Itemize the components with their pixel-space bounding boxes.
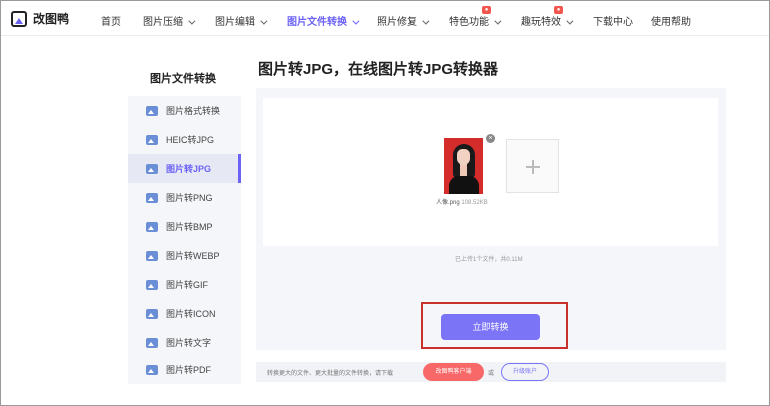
chevron-down-icon — [494, 17, 502, 25]
nav-help[interactable]: 使用帮助 — [651, 13, 691, 28]
brand-name: 改图鸭 — [33, 12, 70, 26]
image-icon — [146, 134, 158, 145]
nav-photo-repair[interactable]: 照片修复 — [377, 13, 430, 28]
hot-badge-icon: ● — [482, 6, 491, 14]
sidebar-item-label: 图片格式转换 — [166, 106, 221, 116]
sidebar-item-label: 图片转PNG — [166, 193, 213, 203]
nav-label: 图片编辑 — [215, 17, 255, 28]
sidebar-item-image-to-icon[interactable]: 图片转ICON — [128, 299, 241, 328]
file-name: 人像.png — [436, 200, 460, 206]
convert-now-button[interactable]: 立即转换 — [441, 314, 540, 340]
or-text: 或 — [488, 371, 495, 377]
download-client-button[interactable]: 改图鸭客户端 — [423, 363, 484, 381]
sidebar-item-label: 图片转文字 — [166, 338, 212, 348]
nav-image-compress[interactable]: 图片压缩 — [143, 13, 196, 28]
brand-logo[interactable]: 改图鸭 — [11, 10, 69, 27]
file-size: 108.52KB — [461, 200, 488, 206]
nav-label: 照片修复 — [377, 17, 417, 28]
remove-file-icon[interactable]: × — [486, 134, 495, 143]
image-icon — [146, 250, 158, 261]
upgrade-account-button[interactable]: 升级账户 — [501, 363, 549, 381]
download-hint-text: 转换更大的文件、更大批量的文件转换，请下载 — [267, 371, 394, 377]
nav-image-file-convert[interactable]: 图片文件转换 — [287, 13, 360, 28]
image-icon — [146, 105, 158, 116]
nav-label: 图片压缩 — [143, 17, 183, 28]
chevron-down-icon — [352, 17, 360, 25]
hot-badge-icon: ● — [554, 6, 563, 14]
sidebar-item-label: 图片转JPG — [166, 164, 212, 174]
sidebar-item-label: 图片转GIF — [166, 280, 208, 290]
plus-icon-vertical — [532, 160, 534, 174]
sidebar-item-label: 图片转PDF — [166, 365, 212, 375]
chevron-down-icon — [566, 17, 574, 25]
chevron-down-icon — [422, 17, 430, 25]
chevron-down-icon — [260, 17, 268, 25]
nav-label: 趣玩特效 — [521, 17, 561, 28]
sidebar-item-label: 图片转WEBP — [166, 251, 220, 261]
image-icon — [146, 364, 158, 375]
image-icon — [146, 163, 158, 174]
sidebar-item-label: 图片转ICON — [166, 309, 216, 319]
page-title: 图片转JPG，在线图片转JPG转换器 — [258, 61, 499, 78]
image-icon — [146, 192, 158, 203]
sidebar-item-image-to-png[interactable]: 图片转PNG — [128, 183, 241, 212]
sidebar-item-image-to-gif[interactable]: 图片转GIF — [128, 270, 241, 299]
nav-special-features[interactable]: 特色功能 ● — [449, 6, 502, 28]
nav-image-edit[interactable]: 图片编辑 — [215, 13, 268, 28]
image-icon — [146, 279, 158, 290]
sidebar-item-image-to-webp[interactable]: 图片转WEBP — [128, 241, 241, 270]
nav-label: 首页 — [101, 17, 121, 28]
sidebar-item-image-to-pdf[interactable]: 图片转PDF — [128, 355, 241, 384]
sidebar: 图片格式转换 HEIC转JPG 图片转JPG 图片转PNG 图片转BMP 图片转… — [128, 96, 241, 384]
nav-home[interactable]: 首页 — [101, 13, 121, 28]
nav-fun-effects[interactable]: 趣玩特效 ● — [521, 6, 574, 28]
sidebar-item-image-to-text[interactable]: 图片转文字 — [128, 328, 241, 357]
nav-label: 图片文件转换 — [287, 17, 347, 28]
sidebar-item-label: HEIC转JPG — [166, 135, 215, 145]
nav-download-center[interactable]: 下载中心 — [593, 13, 633, 28]
sidebar-title: 图片文件转换 — [150, 73, 216, 85]
sidebar-item-image-to-bmp[interactable]: 图片转BMP — [128, 212, 241, 241]
logo-icon — [11, 10, 27, 27]
file-caption: 人像.png 108.52KB — [436, 197, 488, 206]
sidebar-item-heic-to-jpg[interactable]: HEIC转JPG — [128, 125, 241, 154]
image-icon — [146, 308, 158, 319]
nav-label: 使用帮助 — [651, 17, 691, 28]
sidebar-item-label: 图片转BMP — [166, 222, 213, 232]
upload-area[interactable] — [263, 98, 718, 246]
sidebar-item-image-format-convert[interactable]: 图片格式转换 — [128, 96, 241, 125]
portrait-body — [449, 176, 479, 194]
chevron-down-icon — [188, 17, 196, 25]
image-icon — [146, 337, 158, 348]
uploaded-image-thumbnail[interactable] — [444, 138, 483, 194]
top-navbar: 改图鸭 首页 图片压缩 图片编辑 图片文件转换 照片修复 特色功能 ● 趣玩特效 ●… — [1, 1, 769, 36]
nav-label: 特色功能 — [449, 17, 489, 28]
portrait-neck — [460, 164, 467, 176]
add-file-button[interactable] — [506, 139, 559, 193]
portrait-face — [457, 149, 470, 165]
nav-label: 下载中心 — [593, 17, 633, 28]
image-icon — [146, 221, 158, 232]
sidebar-item-image-to-jpg[interactable]: 图片转JPG — [128, 154, 241, 183]
upload-summary: 已上传1个文件，共0.11M — [455, 257, 523, 263]
